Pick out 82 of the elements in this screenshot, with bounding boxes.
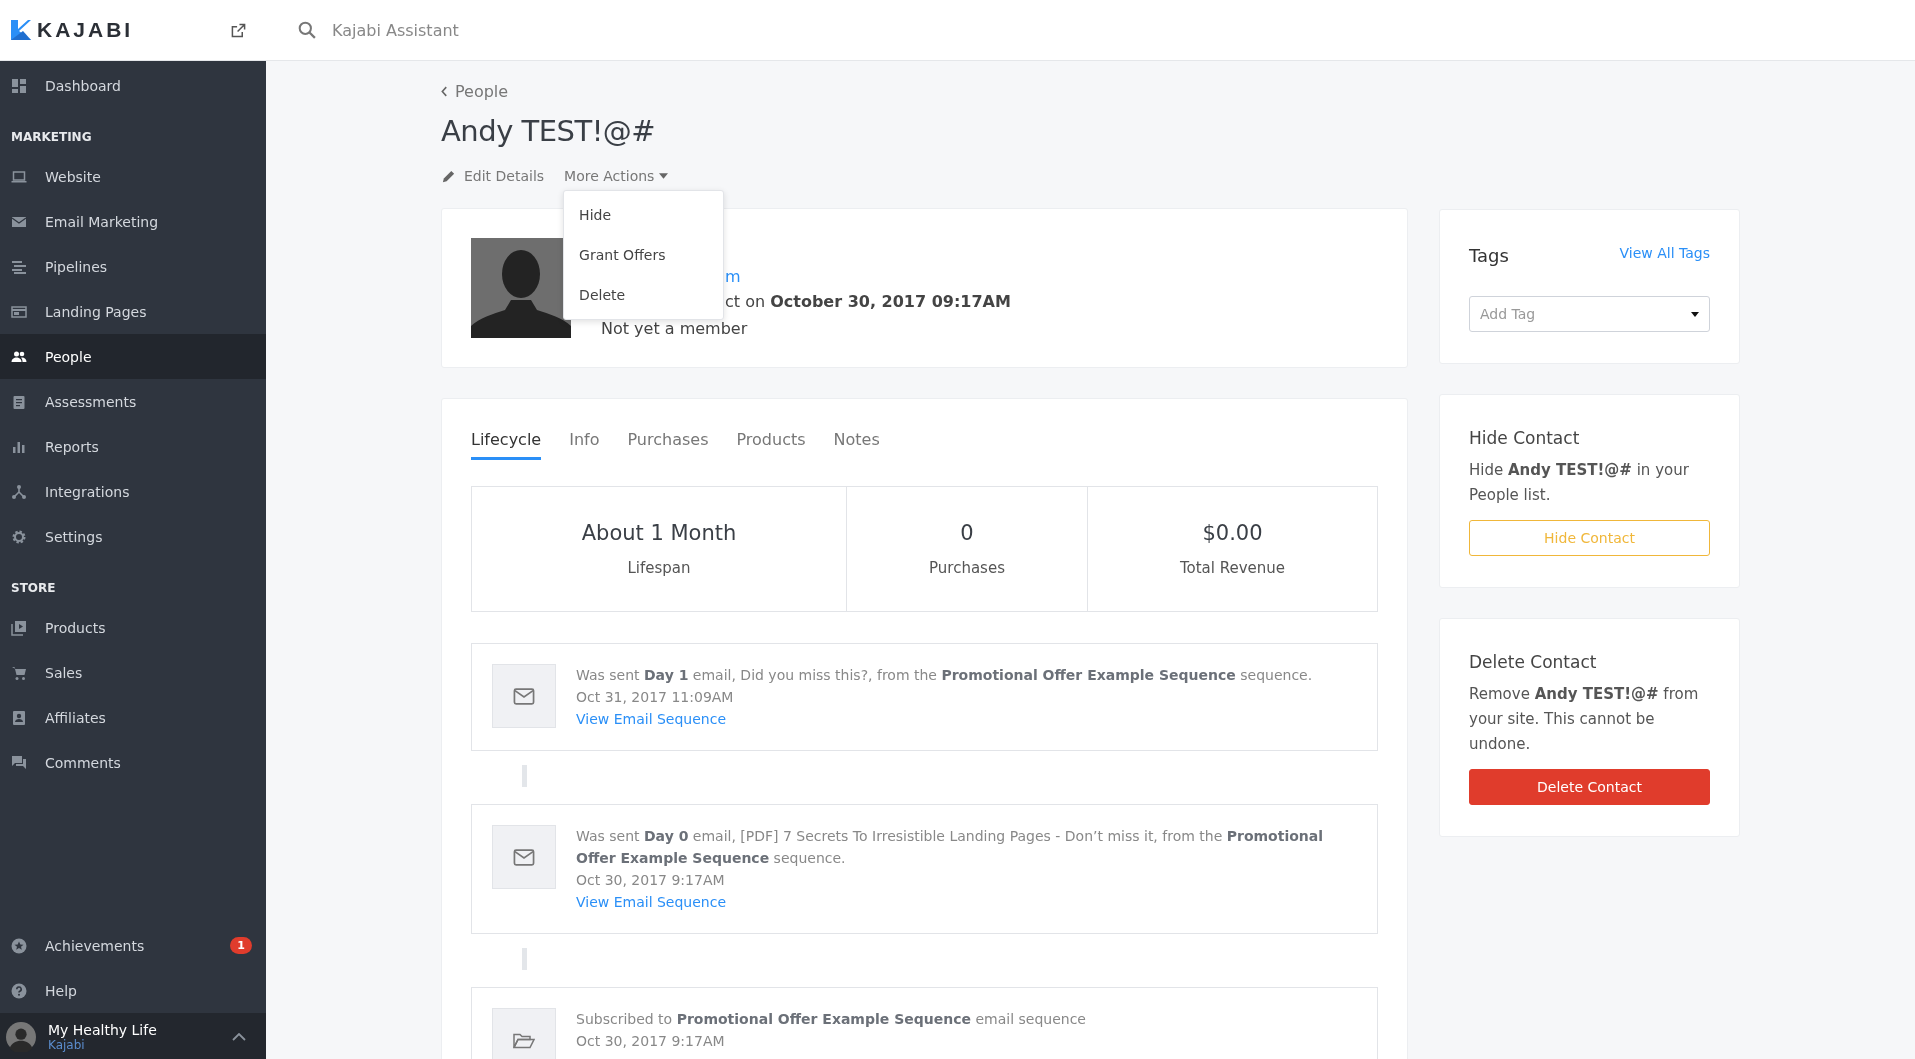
delete-contact-button[interactable]: Delete Contact xyxy=(1469,769,1710,805)
sidebar-item[interactable]: Reports xyxy=(0,424,266,469)
sidebar-item[interactable]: Settings xyxy=(0,514,266,559)
activity-description: Subscribed to Promotional Offer Example Sequence email sequence xyxy=(576,1010,1086,1029)
clipboard-icon xyxy=(11,393,27,410)
caret-icon xyxy=(1691,311,1699,317)
activity-description: Was sent Day 0 email, [PDF] 7 Secrets To Irresistible Landing Pages - Don’t miss it, from the Promotional Offer Example Sequence sequence. xyxy=(576,827,1325,868)
back-link[interactable]: People xyxy=(441,82,509,101)
avatar-icon xyxy=(6,1022,36,1052)
sidebar-item[interactable]: Achievements 1 xyxy=(0,923,266,968)
kajabi-logo[interactable]: KAJABI xyxy=(11,18,134,42)
tab[interactable]: Lifecycle xyxy=(471,430,542,460)
account-name: My Healthy Life xyxy=(48,1022,157,1038)
sidebar-item[interactable]: Sales xyxy=(0,650,266,695)
browser-window-icon xyxy=(11,303,27,320)
pipelines-icon xyxy=(11,258,27,275)
folder-icon xyxy=(513,1031,535,1049)
sidebar-item[interactable]: Products xyxy=(0,605,266,650)
stat-label: Total Revenue xyxy=(1179,559,1286,577)
chat-bubbles-icon xyxy=(11,754,27,771)
sidebar-item[interactable]: Integrations xyxy=(0,469,266,514)
menu-item[interactable]: Hide xyxy=(564,195,724,235)
card-description: Hide Andy TEST!@# in your People list. xyxy=(1469,460,1690,506)
tab[interactable]: Products xyxy=(736,430,806,460)
page-title: Andy TEST!@# xyxy=(441,114,657,148)
external-link-icon[interactable] xyxy=(231,22,246,38)
menu-item[interactable]: Delete xyxy=(564,275,724,315)
dashboard-icon xyxy=(11,77,27,94)
tab[interactable]: Info xyxy=(569,430,600,460)
pencil-icon xyxy=(441,168,456,184)
menu-item[interactable]: Grant Offers xyxy=(564,235,724,275)
avatar-icon xyxy=(471,238,571,338)
search-field[interactable]: Kajabi Assistant xyxy=(330,19,634,41)
card-title: Hide Contact xyxy=(1469,428,1581,448)
sidebar-item[interactable]: Email Marketing xyxy=(0,199,266,244)
contact-card-icon xyxy=(11,709,27,726)
search-icon xyxy=(298,21,316,39)
help-icon xyxy=(11,982,27,999)
timeline-connector xyxy=(522,948,527,970)
chevron-up-icon xyxy=(232,1033,246,1041)
sidebar-item[interactable]: Affiliates xyxy=(0,695,266,740)
settings-icon xyxy=(11,528,27,545)
stat-value: About 1 Month xyxy=(581,521,737,545)
account-switcher[interactable]: My Healthy Life Kajabi xyxy=(0,1013,266,1059)
activity-description: Was sent Day 1 email, Did you miss this?, from the Promotional Offer Example Sequence sequence. xyxy=(576,666,1313,685)
sidebar-item[interactable]: Help xyxy=(0,968,266,1013)
membership-status: Not yet a member xyxy=(601,318,748,340)
laptop-icon xyxy=(11,168,27,185)
section-heading: STORE xyxy=(10,580,57,597)
sidebar-item[interactable]: Pipelines xyxy=(0,244,266,289)
edit-details-link[interactable]: Edit Details xyxy=(441,168,545,184)
more-actions-dropdown[interactable]: More Actions xyxy=(564,168,669,184)
activity-date: Oct 31, 2017 11:09AM xyxy=(576,688,735,707)
sidebar-item[interactable]: Website xyxy=(0,154,266,199)
activity-date: Oct 30, 2017 9:17AM xyxy=(576,1032,726,1051)
sidebar-item[interactable]: Dashboard xyxy=(0,63,266,108)
tab[interactable]: Purchases xyxy=(627,430,709,460)
cart-icon xyxy=(11,664,27,681)
card-title: Delete Contact xyxy=(1469,652,1598,672)
stat-value: 0 xyxy=(960,521,974,545)
stat-label: Purchases xyxy=(929,559,1005,577)
notification-badge: 1 xyxy=(230,937,252,954)
card-description: Remove Andy TEST!@# from your site. This cannot be undone. xyxy=(1469,684,1700,755)
network-icon xyxy=(11,483,27,500)
media-library-icon xyxy=(11,619,27,636)
sidebar-item[interactable]: Assessments xyxy=(0,379,266,424)
sidebar-item[interactable]: Landing Pages xyxy=(0,289,266,334)
account-subtitle: Kajabi xyxy=(48,1038,86,1052)
activity-date: Oct 30, 2017 9:17AM xyxy=(576,871,726,890)
chevron-left-icon xyxy=(441,86,448,97)
section-heading: MARKETING xyxy=(10,129,93,146)
caret-icon xyxy=(659,173,669,179)
sidebar-item[interactable]: Comments xyxy=(0,740,266,785)
stat-value: $0.00 xyxy=(1202,521,1263,545)
stat-label: Lifespan xyxy=(627,559,691,577)
envelope-icon xyxy=(513,687,535,705)
card-title: Tags xyxy=(1469,245,1509,266)
envelope-icon xyxy=(513,848,535,866)
joined-date: ct on October 30, 2017 09:17AM xyxy=(725,291,1011,313)
timeline-connector xyxy=(522,765,527,787)
sidebar-item[interactable]: People xyxy=(0,334,266,379)
tab[interactable]: Notes xyxy=(833,430,880,460)
